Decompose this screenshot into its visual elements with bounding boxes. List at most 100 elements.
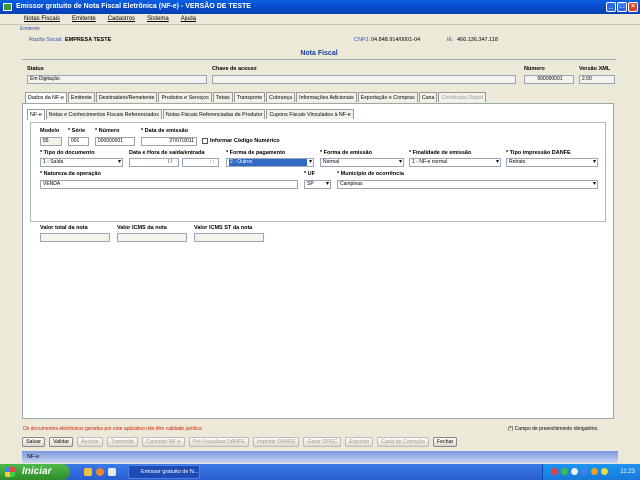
window-titlebar[interactable]: Emissor gratuito de Nota Fiscal Eletrôni… (0, 0, 640, 14)
carta-correcao-button[interactable]: Carta de Correção (377, 437, 429, 447)
tray-shield-icon[interactable] (581, 468, 588, 475)
numero-header-field: 000000001 (524, 75, 574, 84)
desktop-icon[interactable] (108, 468, 116, 476)
fechar-button[interactable]: Fechar (432, 437, 458, 447)
menu-bar: Notas Fiscais Emitente Cadastros Sistema… (0, 14, 640, 25)
gerar-dpec-button[interactable]: Gerar DPEC (303, 437, 342, 447)
subtab-cupons[interactable]: Cupons Fiscais Vinculados à NF-e (266, 109, 354, 119)
cnpj-value: 04.848.914/0001-04 (371, 37, 421, 43)
pre-visualizar-danfe-button[interactable]: Pré-Visualizar DANFE (188, 437, 249, 447)
menu-notas-fiscais[interactable]: Notas Fiscais (24, 16, 60, 22)
cnpj-label: CNPJ: (354, 37, 370, 43)
codigo-numerico-label: Informar Código Numérico (210, 138, 280, 144)
tray-volume-icon[interactable] (571, 468, 578, 475)
tipo-impressao-select[interactable]: Retrato (506, 158, 598, 167)
codigo-numerico-checkbox[interactable] (202, 138, 208, 144)
system-tray: 11:23 (542, 464, 640, 480)
natureza-operacao-input[interactable]: VENDA (40, 180, 298, 189)
tray-misc-icon[interactable] (601, 468, 608, 475)
forma-pagamento-value: 2 - Outros (229, 159, 307, 166)
data-emissao-input[interactable]: 27/07/2011 (141, 137, 197, 146)
valor-icms-st-field (194, 233, 264, 242)
window-title: Emissor gratuito de Nota Fiscal Eletrôni… (16, 3, 251, 10)
validar-button[interactable]: Validar (49, 437, 74, 447)
tab-info-adicionais[interactable]: Informações Adicionais (296, 92, 357, 102)
tipo-documento-select[interactable]: 1 - Saída (40, 158, 123, 167)
tab-destinatario[interactable]: Destinatário/Remetente (95, 92, 158, 102)
menu-sistema[interactable]: Sistema (147, 16, 169, 22)
tab-cobranca[interactable]: Cobrança (266, 92, 296, 102)
tray-alert-icon[interactable] (551, 468, 558, 475)
imprimir-danfe-button[interactable]: Imprimir DANFE (252, 437, 300, 447)
tab-emitente[interactable]: Emitente (67, 92, 95, 102)
exportar-button[interactable]: Exportar (345, 437, 374, 447)
numero-label: * Número (95, 128, 120, 134)
forma-pagamento-select[interactable]: 2 - Outros (226, 158, 314, 167)
status-field: Em Digitação (27, 75, 207, 84)
taskbar-item-emissor[interactable]: Emissor gratuito de N... (128, 465, 200, 479)
tab-totais[interactable]: Totais (212, 92, 233, 102)
numero-input[interactable]: 000000001 (95, 137, 135, 146)
uf-select[interactable]: SP (304, 180, 331, 189)
emitente-section-label: Emitente (20, 26, 40, 32)
sub-tabs: NF-e Notas e Conhecimentos Fiscais Refer… (27, 109, 354, 120)
status-label: Status (27, 66, 44, 72)
tab-dados-nfe[interactable]: Dados da NF-e (25, 92, 67, 103)
forma-emissao-label: * Forma de emissão (320, 150, 372, 156)
subtab-nfe[interactable]: NF-e (27, 109, 45, 120)
hora-saida-input[interactable]: : : (182, 158, 219, 167)
subtab-conhecimentos[interactable]: Notas e Conhecimentos Fiscais Referencia… (45, 109, 162, 119)
tab-transporte[interactable]: Transporte (233, 92, 266, 102)
tab-certificado[interactable]: Certificado Digital (438, 92, 486, 102)
clock: 11:23 (620, 469, 635, 475)
ie-label: IE: (447, 37, 454, 43)
cancelar-nfe-button[interactable]: Cancelar NF-e (142, 437, 185, 447)
municipio-select[interactable]: Campinas (337, 180, 598, 189)
serie-input[interactable]: 001 (68, 137, 89, 146)
windows-flag-icon (5, 467, 15, 477)
menu-ajuda[interactable]: Ajuda (181, 16, 196, 22)
tab-cana[interactable]: Cana (418, 92, 438, 102)
tray-update-icon[interactable] (591, 468, 598, 475)
tab-produtos[interactable]: Produtos e Serviços (158, 92, 212, 102)
subtab-notas-produtor[interactable]: Notas Fiscais Referenciadas de Produtor (162, 109, 266, 119)
action-buttons: Salvar Validar Assinar Transmitir Cancel… (22, 437, 458, 447)
modelo-label: Modelo (40, 128, 60, 134)
forma-emissao-select[interactable]: Normal (320, 158, 404, 167)
menu-emitente[interactable]: Emitente (72, 16, 96, 22)
maximize-button[interactable]: □ (617, 2, 627, 12)
assinar-button[interactable]: Assinar (77, 437, 103, 447)
municipio-label: * Município de ocorrência (337, 171, 404, 177)
browser-icon[interactable] (96, 468, 104, 476)
menu-cadastros[interactable]: Cadastros (108, 16, 135, 22)
close-button[interactable]: × (628, 2, 638, 12)
status-bar: NF-e (22, 451, 618, 463)
data-emissao-label: * Data de emissão (141, 128, 189, 134)
tipo-impressao-label: * Tipo impressão DANFE (506, 150, 571, 156)
numero-header-label: Número (524, 66, 545, 72)
emitente-section: Emitente Razão Social: EMPRESA TESTE CNP… (20, 26, 638, 46)
finalidade-emissao-label: * Finalidade de emissão (409, 150, 472, 156)
valor-icms-field (117, 233, 187, 242)
transmitir-button[interactable]: Transmitir (106, 437, 139, 447)
warning-note: Os documentos eletrônicos gerados por es… (23, 426, 202, 432)
minimize-button[interactable]: _ (606, 2, 616, 12)
chave-acesso-label: Chave de acesso (212, 66, 257, 72)
tab-exportacao[interactable]: Exportação e Compras (357, 92, 418, 102)
data-saida-label: Data e Hora de saída/entrada (129, 150, 205, 156)
razao-social-value: EMPRESA TESTE (65, 37, 112, 43)
tray-network-icon[interactable] (561, 468, 568, 475)
start-button[interactable]: Iniciar (0, 464, 70, 480)
versao-xml-field: 2.00 (579, 75, 615, 84)
data-saida-input[interactable]: / / (129, 158, 179, 167)
ie-value: 466.136.347.118 (457, 37, 498, 43)
folder-icon[interactable] (84, 468, 92, 476)
serie-label: * Série (68, 128, 86, 134)
finalidade-emissao-select[interactable]: 1 - NF-e normal (409, 158, 501, 167)
uf-label: * UF (304, 171, 315, 177)
salvar-button[interactable]: Salvar (22, 437, 46, 447)
chave-acesso-field (212, 75, 516, 84)
nota-fiscal-heading: Nota Fiscal (22, 50, 616, 60)
app-icon (3, 3, 12, 11)
required-note-text: Campo de preenchimento obrigatório. (514, 426, 599, 432)
